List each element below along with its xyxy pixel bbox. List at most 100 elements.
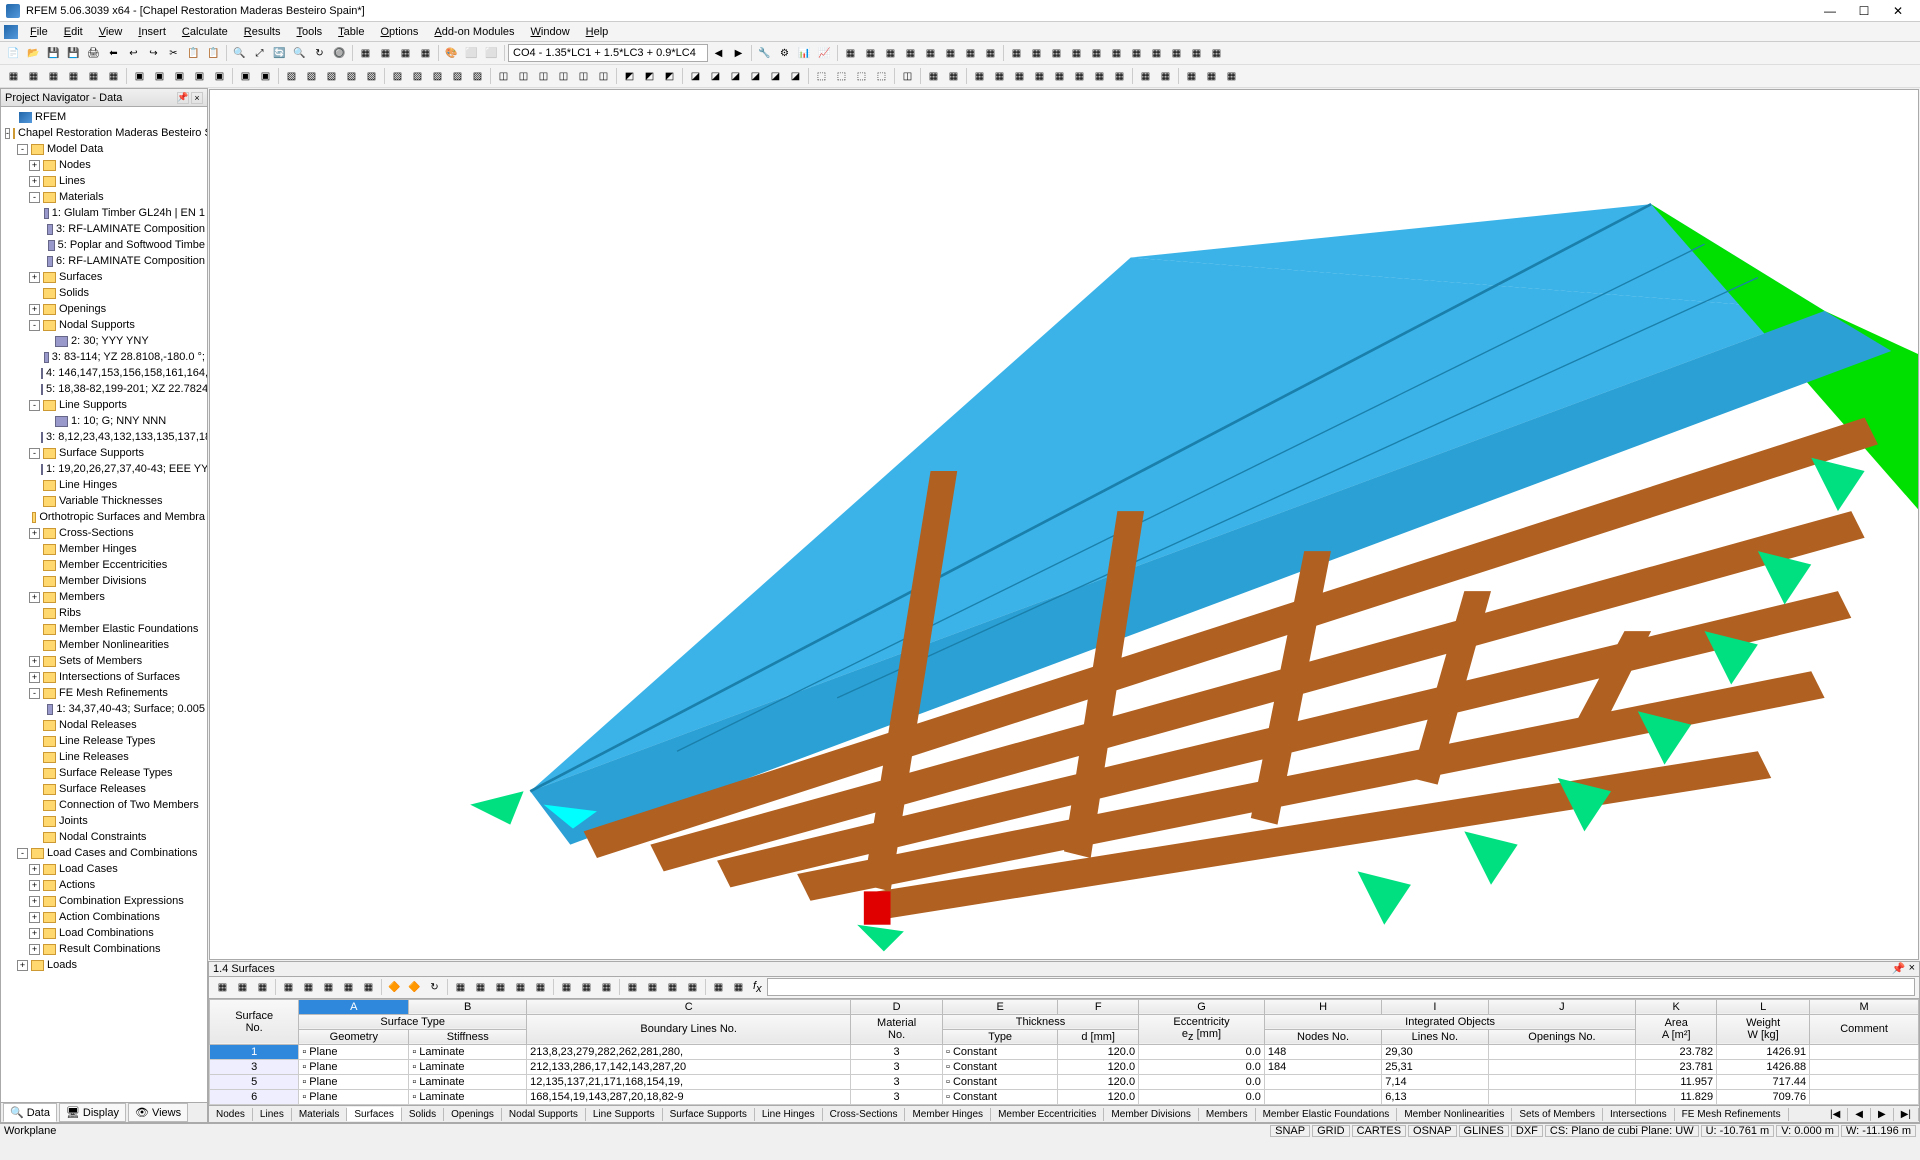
bottom-tab-member-hinges[interactable]: Member Hinges — [905, 1108, 991, 1121]
tree-node[interactable]: +Members — [3, 589, 205, 605]
toolbar-button[interactable]: ⤢ — [250, 44, 269, 63]
toolbar-button[interactable]: 📋 — [204, 44, 223, 63]
tree-node[interactable]: +Actions — [3, 877, 205, 893]
tree-node[interactable]: +Cross-Sections — [3, 525, 205, 541]
toolbar-button[interactable]: ◫ — [594, 67, 613, 86]
toolbar-button[interactable]: ▧ — [362, 67, 381, 86]
table-toolbar-button[interactable]: ▦ — [709, 978, 728, 997]
table-pin-icon[interactable]: 📌 — [1892, 962, 1906, 975]
toolbar-button[interactable]: ◪ — [746, 67, 765, 86]
toolbar-button[interactable]: ▦ — [981, 44, 1000, 63]
menu-insert[interactable]: Insert — [130, 24, 174, 40]
tree-node[interactable]: +Openings — [3, 301, 205, 317]
toolbar-button[interactable]: ▧ — [302, 67, 321, 86]
table-toolbar-button[interactable]: ▦ — [213, 978, 232, 997]
bottom-tab-openings[interactable]: Openings — [444, 1108, 502, 1121]
status-segment[interactable]: SNAP — [1270, 1125, 1310, 1137]
menu-file[interactable]: File — [22, 24, 56, 40]
table-row[interactable]: 5▫ Plane▫ Laminate12,135,137,21,171,168,… — [210, 1075, 1919, 1090]
bottom-tab-lines[interactable]: Lines — [253, 1108, 292, 1121]
toolbar-button[interactable]: ◪ — [786, 67, 805, 86]
toolbar-button[interactable]: 📋 — [184, 44, 203, 63]
toolbar-button[interactable]: ▣ — [236, 67, 255, 86]
table-toolbar-button[interactable]: ▦ — [597, 978, 616, 997]
collapse-icon[interactable]: - — [29, 320, 40, 331]
tree-node[interactable]: Line Hinges — [3, 477, 205, 493]
collapse-icon[interactable]: - — [29, 448, 40, 459]
expand-icon[interactable]: + — [29, 160, 40, 171]
expand-icon[interactable]: + — [29, 592, 40, 603]
toolbar-button[interactable]: ▨ — [408, 67, 427, 86]
menu-view[interactable]: View — [91, 24, 131, 40]
tree-node[interactable]: 1: 34,37,40-43; Surface; 0.005 — [3, 701, 205, 717]
tree-node[interactable]: 5: 18,38-82,199-201; XZ 22.7824 — [3, 381, 205, 397]
menu-table[interactable]: Table — [330, 24, 372, 40]
status-segment[interactable]: V: 0.000 m — [1776, 1125, 1839, 1137]
toolbar-button[interactable]: ▦ — [944, 67, 963, 86]
tree-node[interactable]: 2: 30; YYY YNY — [3, 333, 205, 349]
toolbar-button[interactable]: ▦ — [841, 44, 860, 63]
expand-icon[interactable]: + — [29, 928, 40, 939]
status-segment[interactable]: GRID — [1312, 1125, 1350, 1137]
toolbar-button[interactable]: ▦ — [1136, 67, 1155, 86]
toolbar-button[interactable]: ▦ — [1207, 44, 1226, 63]
collapse-icon[interactable]: - — [17, 848, 28, 859]
status-segment[interactable]: W: -11.196 m — [1841, 1125, 1916, 1137]
expand-icon[interactable]: + — [29, 272, 40, 283]
toolbar-button[interactable]: 🔧 — [755, 44, 774, 63]
toolbar-button[interactable]: ◪ — [686, 67, 705, 86]
toolbar-button[interactable]: 🔍 — [230, 44, 249, 63]
toolbar-button[interactable]: ▦ — [1047, 44, 1066, 63]
table-toolbar-button[interactable]: 🔶 — [385, 978, 404, 997]
toolbar-button[interactable]: ▦ — [970, 67, 989, 86]
toolbar-button[interactable]: ▦ — [44, 67, 63, 86]
expand-icon[interactable]: + — [29, 896, 40, 907]
toolbar-button[interactable]: ▦ — [376, 44, 395, 63]
toolbar-button[interactable]: 🎨 — [442, 44, 461, 63]
toolbar-button[interactable]: ▦ — [396, 44, 415, 63]
tree-node[interactable]: Ribs — [3, 605, 205, 621]
toolbar-button[interactable]: ▣ — [256, 67, 275, 86]
tree-node[interactable]: 6: RF-LAMINATE Composition — [3, 253, 205, 269]
toolbar-button[interactable]: 📂 — [24, 44, 43, 63]
close-button[interactable]: ✕ — [1882, 2, 1914, 20]
maximize-button[interactable]: ☐ — [1848, 2, 1880, 20]
toolbar-button[interactable]: ◫ — [898, 67, 917, 86]
table-toolbar-button[interactable]: ▦ — [359, 978, 378, 997]
toolbar-button[interactable]: ▦ — [1070, 67, 1089, 86]
toolbar-button[interactable]: ▦ — [990, 67, 1009, 86]
tree-node[interactable]: -Materials — [3, 189, 205, 205]
toolbar-button[interactable]: ▶ — [729, 44, 748, 63]
bottom-tab-surfaces[interactable]: Surfaces — [347, 1107, 401, 1121]
tree-node[interactable]: Surface Releases — [3, 781, 205, 797]
expand-icon[interactable]: + — [29, 656, 40, 667]
table-toolbar-button[interactable]: ▦ — [319, 978, 338, 997]
bottom-tab-nodes[interactable]: Nodes — [209, 1108, 253, 1121]
tree-node[interactable]: Surface Release Types — [3, 765, 205, 781]
toolbar-button[interactable]: ▦ — [1127, 44, 1146, 63]
tree-node[interactable]: 3: RF-LAMINATE Composition — [3, 221, 205, 237]
bottom-tab-line-hinges[interactable]: Line Hinges — [755, 1108, 823, 1121]
bottom-tab-sets-of-members[interactable]: Sets of Members — [1512, 1108, 1603, 1121]
tree-node[interactable]: +Result Combinations — [3, 941, 205, 957]
tree-node[interactable]: 4: 146,147,153,156,158,161,164, — [3, 365, 205, 381]
toolbar-button[interactable]: ↪ — [144, 44, 163, 63]
bottom-tab-solids[interactable]: Solids — [402, 1108, 444, 1121]
toolbar-button[interactable]: ⬚ — [872, 67, 891, 86]
toolbar-button[interactable]: ▦ — [24, 67, 43, 86]
toolbar-button[interactable]: ▦ — [1156, 67, 1175, 86]
toolbar-button[interactable]: ▦ — [901, 44, 920, 63]
formula-input[interactable] — [767, 978, 1915, 996]
toolbar-button[interactable]: ▣ — [130, 67, 149, 86]
tree-node[interactable]: Variable Thicknesses — [3, 493, 205, 509]
collapse-icon[interactable]: - — [29, 688, 40, 699]
toolbar-button[interactable]: ▦ — [104, 67, 123, 86]
toolbar-button[interactable]: ▦ — [1147, 44, 1166, 63]
menu-help[interactable]: Help — [578, 24, 617, 40]
toolbar-button[interactable]: 📊 — [795, 44, 814, 63]
toolbar-button[interactable]: ▨ — [388, 67, 407, 86]
toolbar-button[interactable]: ▦ — [1050, 67, 1069, 86]
toolbar-button[interactable]: ▦ — [961, 44, 980, 63]
tree-node[interactable]: +Load Cases — [3, 861, 205, 877]
table-toolbar-button[interactable]: ▦ — [491, 978, 510, 997]
